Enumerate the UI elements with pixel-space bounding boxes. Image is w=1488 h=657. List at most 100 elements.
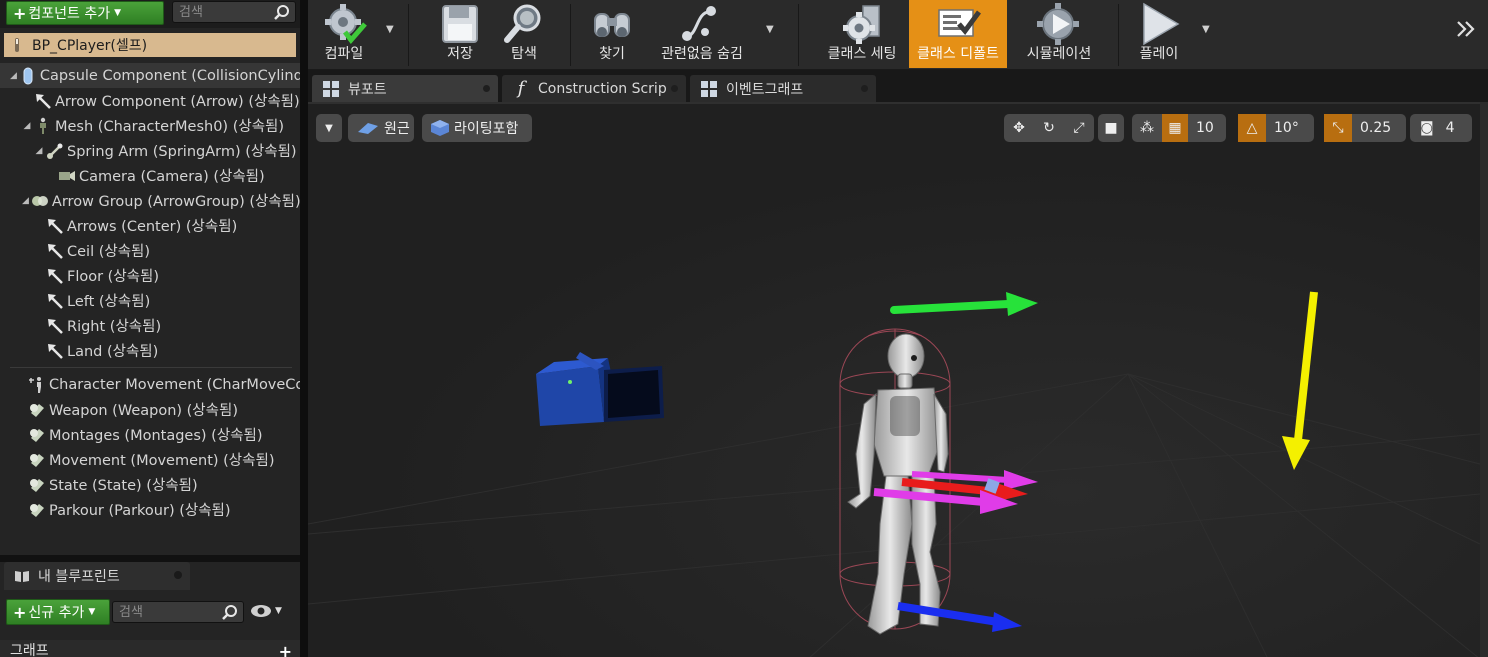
expand-triangle-icon[interactable]: ◢ — [22, 196, 29, 206]
add-new-label: 신규 추가 — [28, 605, 85, 621]
perspective-icon — [358, 123, 378, 134]
rotation-snap-toggle-icon[interactable]: △ — [1238, 114, 1266, 142]
tree-item[interactable]: Ceil (상속됨) — [0, 238, 300, 263]
add-graph-icon[interactable]: + — [279, 642, 292, 657]
expand-triangle-icon[interactable]: ◢ — [10, 71, 17, 81]
viewport-scene — [308, 104, 1480, 657]
tree-item[interactable]: Left (상속됨) — [0, 288, 300, 313]
close-icon[interactable] — [861, 85, 868, 92]
tree-item[interactable]: ◢ Arrow Group (ArrowGroup) (상속됨) — [0, 188, 300, 213]
scale-tool-icon[interactable]: ⤢ — [1064, 114, 1094, 142]
lit-sphere-icon — [431, 120, 449, 136]
tab-construction-script[interactable]: f Construction Script — [502, 75, 686, 102]
tab-my-blueprint[interactable]: 내 블루프린트 — [4, 562, 190, 590]
scale-snap-value[interactable]: 0.25 — [1352, 120, 1399, 136]
components-toolbar: + 컴포넌트 추가 ▼ — [0, 0, 300, 28]
grid-snap-toggle-icon[interactable]: ▦ — [1162, 114, 1188, 142]
tree-item[interactable]: Floor (상속됨) — [0, 263, 300, 288]
actor-component-icon — [28, 476, 49, 494]
close-icon[interactable] — [483, 85, 490, 92]
rotate-tool-icon[interactable]: ↻ — [1034, 114, 1064, 142]
compile-options-chevron-icon[interactable]: ▼ — [386, 24, 394, 35]
perspective-button[interactable]: 원근 — [348, 114, 414, 142]
tree-item[interactable]: Land (상속됨) — [0, 338, 300, 363]
chevron-down-icon: ▼ — [88, 607, 96, 617]
tree-item[interactable]: Arrow Component (Arrow) (상속됨) — [0, 88, 300, 113]
actor-component-label: Weapon (Weapon) (상속됨) — [49, 403, 238, 419]
components-search[interactable] — [172, 1, 296, 23]
character-movement-icon — [28, 376, 49, 394]
search-icon — [274, 5, 289, 20]
expand-triangle-icon[interactable]: ◢ — [34, 146, 44, 156]
scene-component-icon — [31, 192, 52, 210]
actor-component-item[interactable]: Character Movement (CharMoveComp) — [0, 372, 300, 397]
tree-item-label: Left (상속됨) — [67, 294, 151, 310]
self-component-label: BP_CPlayer(셀프) — [32, 38, 148, 54]
actor-component-item[interactable]: Weapon (Weapon) (상속됨) — [0, 397, 300, 422]
surface-snap-icon[interactable]: ⁂ — [1132, 114, 1162, 142]
scale-snap-toggle-icon[interactable]: ⤡ — [1324, 114, 1352, 142]
blueprint-search[interactable] — [112, 601, 244, 623]
components-panel: + 컴포넌트 추가 ▼ BP_CPlayer(셀프) ◢ Capsule Comp… — [0, 0, 300, 657]
hide-unrelated-options-chevron-icon[interactable]: ▼ — [766, 24, 774, 35]
graphs-section-header[interactable]: 그래프 + — [0, 640, 300, 657]
add-component-button[interactable]: + 컴포넌트 추가 ▼ — [6, 1, 164, 25]
play-options-chevron-icon[interactable]: ▼ — [1202, 24, 1210, 35]
arrow-component-icon — [34, 92, 55, 110]
class-settings-button[interactable]: 클래스 세팅 — [814, 0, 910, 68]
tree-item[interactable]: ◢ Spring Arm (SpringArm) (상속됨) — [0, 138, 300, 163]
browse-button[interactable]: 탐색 — [498, 0, 550, 68]
actor-component-icon — [28, 401, 49, 419]
tab-construction-script-label: Construction Script — [538, 80, 666, 97]
self-component-row[interactable]: BP_CPlayer(셀프) — [4, 33, 296, 57]
viewport[interactable]: ▼ 원근 라이팅포함 ✥ ↻ ⤢ ■ ⁂ ▦ 10 △ 10° ⤡ 0.25 ◙… — [308, 102, 1480, 657]
class-defaults-button[interactable]: 클래스 디폴트 — [909, 0, 1007, 68]
find-button[interactable]: 찾기 — [586, 0, 638, 68]
grid-snap-value[interactable]: 10 — [1188, 120, 1222, 136]
skeletal-mesh-icon — [34, 117, 55, 135]
lit-mode-button[interactable]: 라이팅포함 — [422, 114, 532, 142]
tree-item[interactable]: Right (상속됨) — [0, 313, 300, 338]
hide-unrelated-button[interactable]: 관련없음 숨김 — [652, 0, 752, 68]
transform-tools: ✥ ↻ ⤢ — [1004, 114, 1094, 142]
save-button[interactable]: 저장 — [434, 0, 486, 68]
translate-tool-icon[interactable]: ✥ — [1004, 114, 1034, 142]
play-button[interactable]: 플레이 — [1128, 0, 1190, 68]
viewport-options-button[interactable]: ▼ — [316, 114, 342, 142]
actor-component-item[interactable]: State (State) (상속됨) — [0, 472, 300, 497]
actor-component-item[interactable]: Montages (Montages) (상속됨) — [0, 422, 300, 447]
lit-mode-label: 라이팅포함 — [454, 121, 519, 137]
add-new-button[interactable]: + 신규 추가 ▼ — [6, 599, 110, 625]
expand-triangle-icon[interactable]: ◢ — [22, 121, 32, 131]
actor-component-item[interactable]: Movement (Movement) (상속됨) — [0, 447, 300, 472]
tab-viewport[interactable]: 뷰포트 — [312, 75, 498, 102]
event-graph-icon — [701, 80, 717, 97]
panel-splitter[interactable] — [0, 555, 300, 562]
arrow-component-icon — [46, 217, 67, 235]
actor-component-icon — [28, 501, 49, 519]
camera-speed-control[interactable]: ◙ 4 — [1410, 114, 1472, 142]
world-local-toggle[interactable]: ■ — [1098, 114, 1124, 142]
tree-item[interactable]: Arrows (Center) (상속됨) — [0, 213, 300, 238]
tree-item[interactable]: ◢ Capsule Component (CollisionCylinder) — [0, 63, 300, 88]
tree-item-label: Land (상속됨) — [67, 344, 159, 360]
visibility-toggle[interactable]: ▼ — [250, 604, 282, 618]
tab-viewport-label: 뷰포트 — [348, 81, 387, 98]
actor-component-item[interactable]: Parkour (Parkour) (상속됨) — [0, 497, 300, 522]
chevron-down-icon: ▼ — [114, 8, 122, 18]
tab-event-graph[interactable]: 이벤트그래프 — [690, 75, 876, 102]
simulation-button[interactable]: 시뮬레이션 — [1018, 0, 1100, 68]
tree-item[interactable]: ◢ Mesh (CharacterMesh0) (상속됨) — [0, 113, 300, 138]
tree-item-label: Camera (Camera) (상속됨) — [79, 169, 265, 185]
scale-snap-control: ⤡ 0.25 — [1324, 114, 1406, 142]
compile-button[interactable]: 컴파일 — [312, 0, 376, 68]
compile-gear-check-icon — [325, 4, 367, 44]
actor-component-label: Montages (Montages) (상속됨) — [49, 428, 263, 444]
close-icon[interactable] — [671, 85, 678, 92]
close-icon[interactable] — [174, 571, 182, 579]
rotation-snap-value[interactable]: 10° — [1266, 120, 1307, 136]
tree-item[interactable]: Camera (Camera) (상속됨) — [0, 163, 300, 188]
toolbar-overflow-icon[interactable] — [1456, 20, 1476, 38]
chevron-down-icon: ▼ — [275, 606, 282, 616]
actor-component-label: Character Movement (CharMoveComp) — [49, 376, 300, 393]
